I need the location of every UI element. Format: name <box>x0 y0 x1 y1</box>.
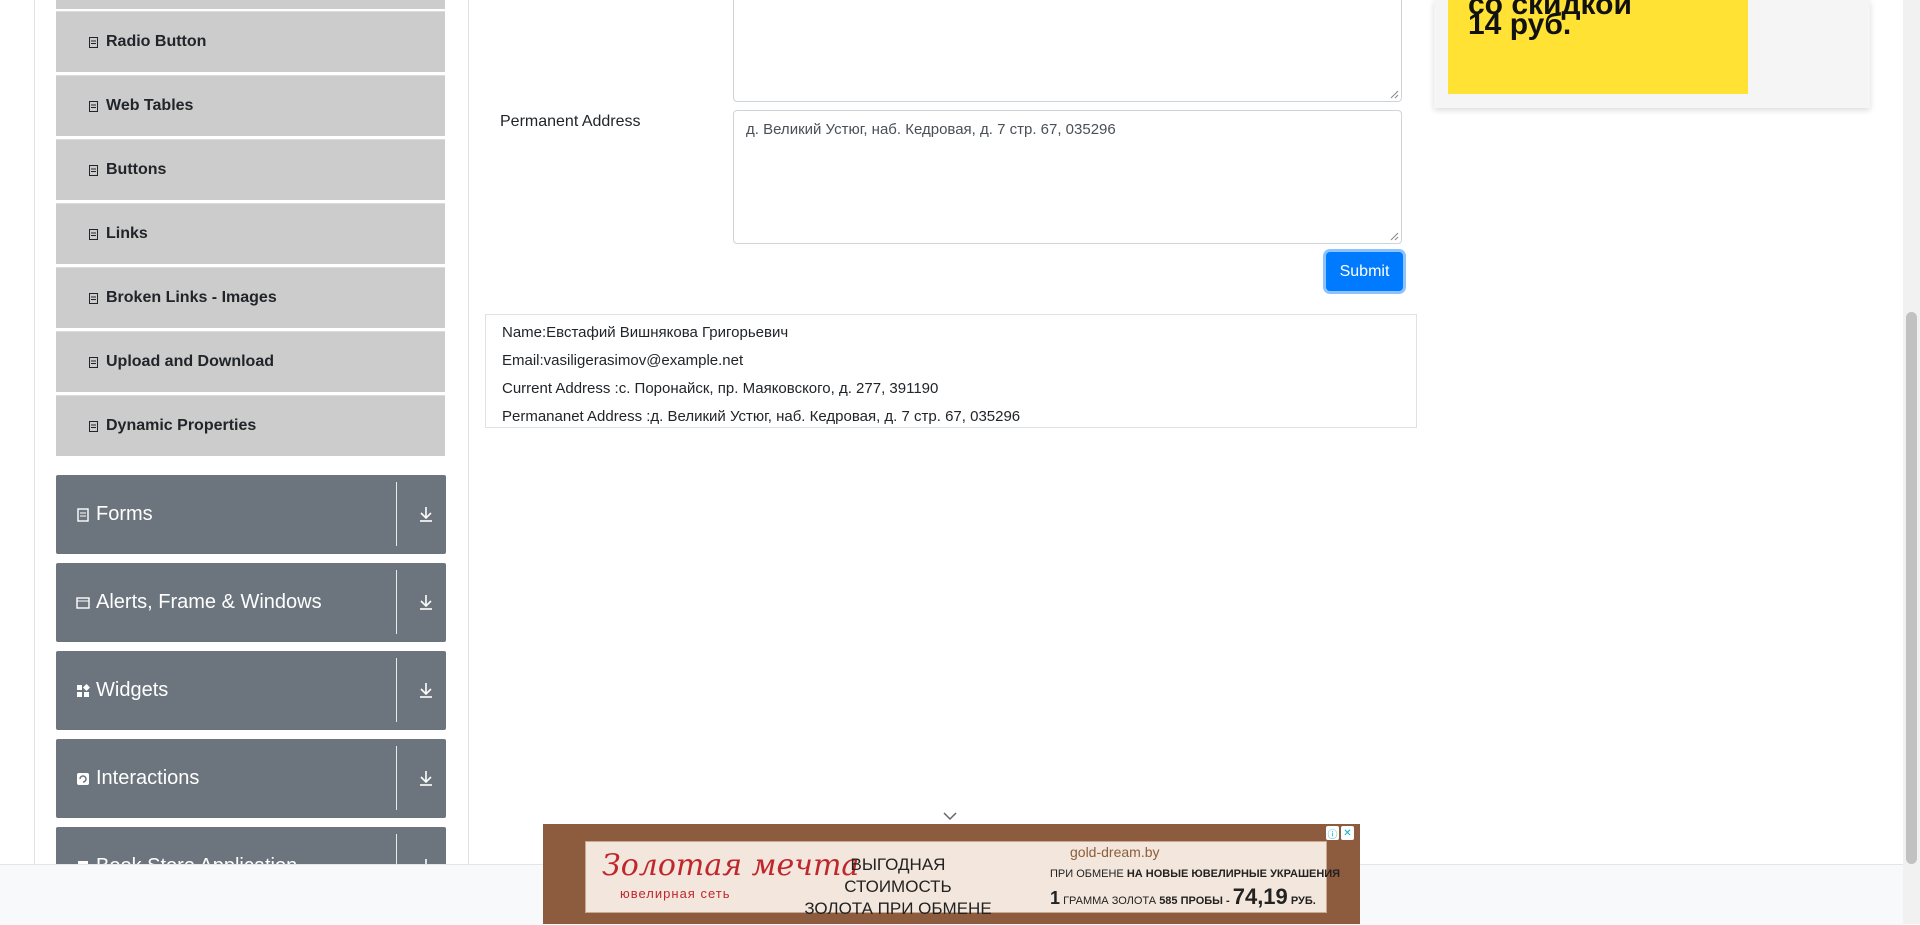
ad-inner: Золотая мечта ювелирная сеть ВЫГОДНАЯ СТ… <box>585 841 1340 918</box>
divider <box>396 658 397 722</box>
sidebar-item-web-tables[interactable]: Web Tables <box>56 75 445 136</box>
group-label: Widgets <box>96 679 169 701</box>
sidebar-item-label: Upload and Download <box>106 353 274 370</box>
ad-headline-1: ВЫГОДНАЯ СТОИМОСТЬ <box>844 855 952 896</box>
ad-line-2-a: 1 <box>1050 888 1061 908</box>
group-label: Book Store Application <box>96 855 297 864</box>
current-address-textarea[interactable] <box>733 0 1402 102</box>
file-icon <box>89 100 98 112</box>
sidebar-item-label: Broken Links - Images <box>106 289 277 306</box>
ad-headline-2: ЗОЛОТА ПРИ ОБМЕНЕ <box>804 899 992 918</box>
divider <box>396 746 397 810</box>
file-icon <box>89 36 98 48</box>
group-forms[interactable]: Forms <box>56 475 446 554</box>
permanent-address-textarea[interactable]: д. Великий Устюг, наб. Кедровая, д. 7 ст… <box>733 110 1402 244</box>
download-arrow-icon[interactable] <box>418 857 434 864</box>
ad-line-1-a: ПРИ ОБМЕНЕ <box>1050 868 1124 880</box>
sidebar-item-partial[interactable] <box>56 0 445 9</box>
sidebar-item-label: Web Tables <box>106 97 194 114</box>
sidebar-item-broken-links[interactable]: Broken Links - Images <box>56 267 445 328</box>
resize-handle-icon[interactable] <box>1390 90 1399 99</box>
form-icon <box>77 507 89 522</box>
info-icon[interactable]: ⓘ <box>1326 826 1339 841</box>
sidebar-item-label: Radio Button <box>106 33 207 50</box>
output-current-address: Current Address :с. Поронайск, пр. Маяко… <box>502 380 939 397</box>
output-email: Email:vasiligerasimov@example.net <box>502 352 744 369</box>
close-icon[interactable]: ✕ <box>1341 826 1354 840</box>
sidebar: Radio Button Web Tables Buttons Links Br… <box>35 0 469 864</box>
sidebar-item-buttons[interactable]: Buttons <box>56 139 445 200</box>
left-gutter <box>0 0 35 864</box>
scrollbar-thumb[interactable] <box>1906 312 1917 864</box>
ad-site: gold-dream.by <box>1070 844 1160 860</box>
download-arrow-icon[interactable] <box>418 593 434 611</box>
output-name: Name:Евстафий Вишнякова Григорьевич <box>502 324 789 341</box>
group-alerts-frame-windows[interactable]: Alerts, Frame & Windows <box>56 563 446 642</box>
permanent-address-label: Permanent Address <box>500 113 641 130</box>
resize-handle-icon[interactable] <box>1390 232 1399 241</box>
ad-line-2: 1 ГРАММА ЗОЛОТА 585 ПРОБЫ - 74,19 РУБ. <box>1050 884 1316 910</box>
file-icon <box>89 356 98 368</box>
ad-price-unit: РУБ. <box>1290 895 1316 907</box>
output-permanent-address: Permananet Address :д. Великий Устюг, на… <box>502 408 1021 425</box>
group-label: Alerts, Frame & Windows <box>96 591 322 613</box>
permanent-address-value: д. Великий Устюг, наб. Кедровая, д. 7 ст… <box>746 121 1116 138</box>
sidebar-item-label: Dynamic Properties <box>106 417 257 434</box>
ad-choices[interactable]: ⓘ ✕ <box>1326 826 1356 842</box>
group-label: Forms <box>96 503 153 525</box>
group-book-store[interactable]: Book Store Application <box>56 827 446 864</box>
submit-button[interactable]: Submit <box>1326 252 1403 291</box>
ad-banner-top[interactable]: со скидкой 14 руб. <box>1434 0 1870 108</box>
sidebar-item-label: Buttons <box>106 161 167 178</box>
sidebar-item-label: Links <box>106 225 148 242</box>
ad-banner-bottom[interactable]: ⓘ ✕ Золотая мечта ювелирная сеть ВЫГОДНА… <box>543 824 1360 924</box>
scrollbar[interactable] <box>1903 0 1920 924</box>
download-arrow-icon[interactable] <box>418 769 434 787</box>
file-icon <box>89 292 98 304</box>
download-arrow-icon[interactable] <box>418 505 434 523</box>
file-icon <box>89 164 98 176</box>
sidebar-item-upload-download[interactable]: Upload and Download <box>56 331 445 392</box>
divider <box>396 570 397 634</box>
widgets-icon <box>77 683 90 697</box>
ad-brand-sub: ювелирная сеть <box>620 886 731 901</box>
ad-line-2-b: ГРАММА ЗОЛОТА <box>1063 895 1157 907</box>
group-widgets[interactable]: Widgets <box>56 651 446 730</box>
divider <box>396 482 397 546</box>
download-arrow-icon[interactable] <box>418 681 434 699</box>
sidebar-item-links[interactable]: Links <box>56 203 445 264</box>
ad-line-2-c: 585 ПРОБЫ - <box>1159 895 1230 907</box>
ad-line-1: ПРИ ОБМЕНЕ НА НОВЫЕ ЮВЕЛИРНЫЕ УКРАШЕНИЯ <box>1050 868 1340 880</box>
divider <box>396 834 397 864</box>
window-icon <box>76 596 90 609</box>
ad-line-1-b: НА НОВЫЕ ЮВЕЛИРНЫЕ УКРАШЕНИЯ <box>1126 868 1341 880</box>
file-icon <box>89 228 98 240</box>
ad-headline: ВЫГОДНАЯ СТОИМОСТЬ ЗОЛОТА ПРИ ОБМЕНЕ <box>798 854 998 920</box>
ad-price: 74,19 <box>1232 884 1288 909</box>
chevron-down-icon[interactable] <box>943 811 957 821</box>
group-label: Interactions <box>96 767 200 789</box>
file-icon <box>89 420 98 432</box>
ad-top-text-2: 14 руб. <box>1468 8 1572 41</box>
sidebar-item-radio-button[interactable]: Radio Button <box>56 11 445 72</box>
output-panel: Name:Евстафий Вишнякова Григорьевич Emai… <box>485 314 1417 428</box>
group-interactions[interactable]: Interactions <box>56 739 446 818</box>
sidebar-item-dynamic-properties[interactable]: Dynamic Properties <box>56 395 445 456</box>
interactions-icon <box>77 772 89 785</box>
